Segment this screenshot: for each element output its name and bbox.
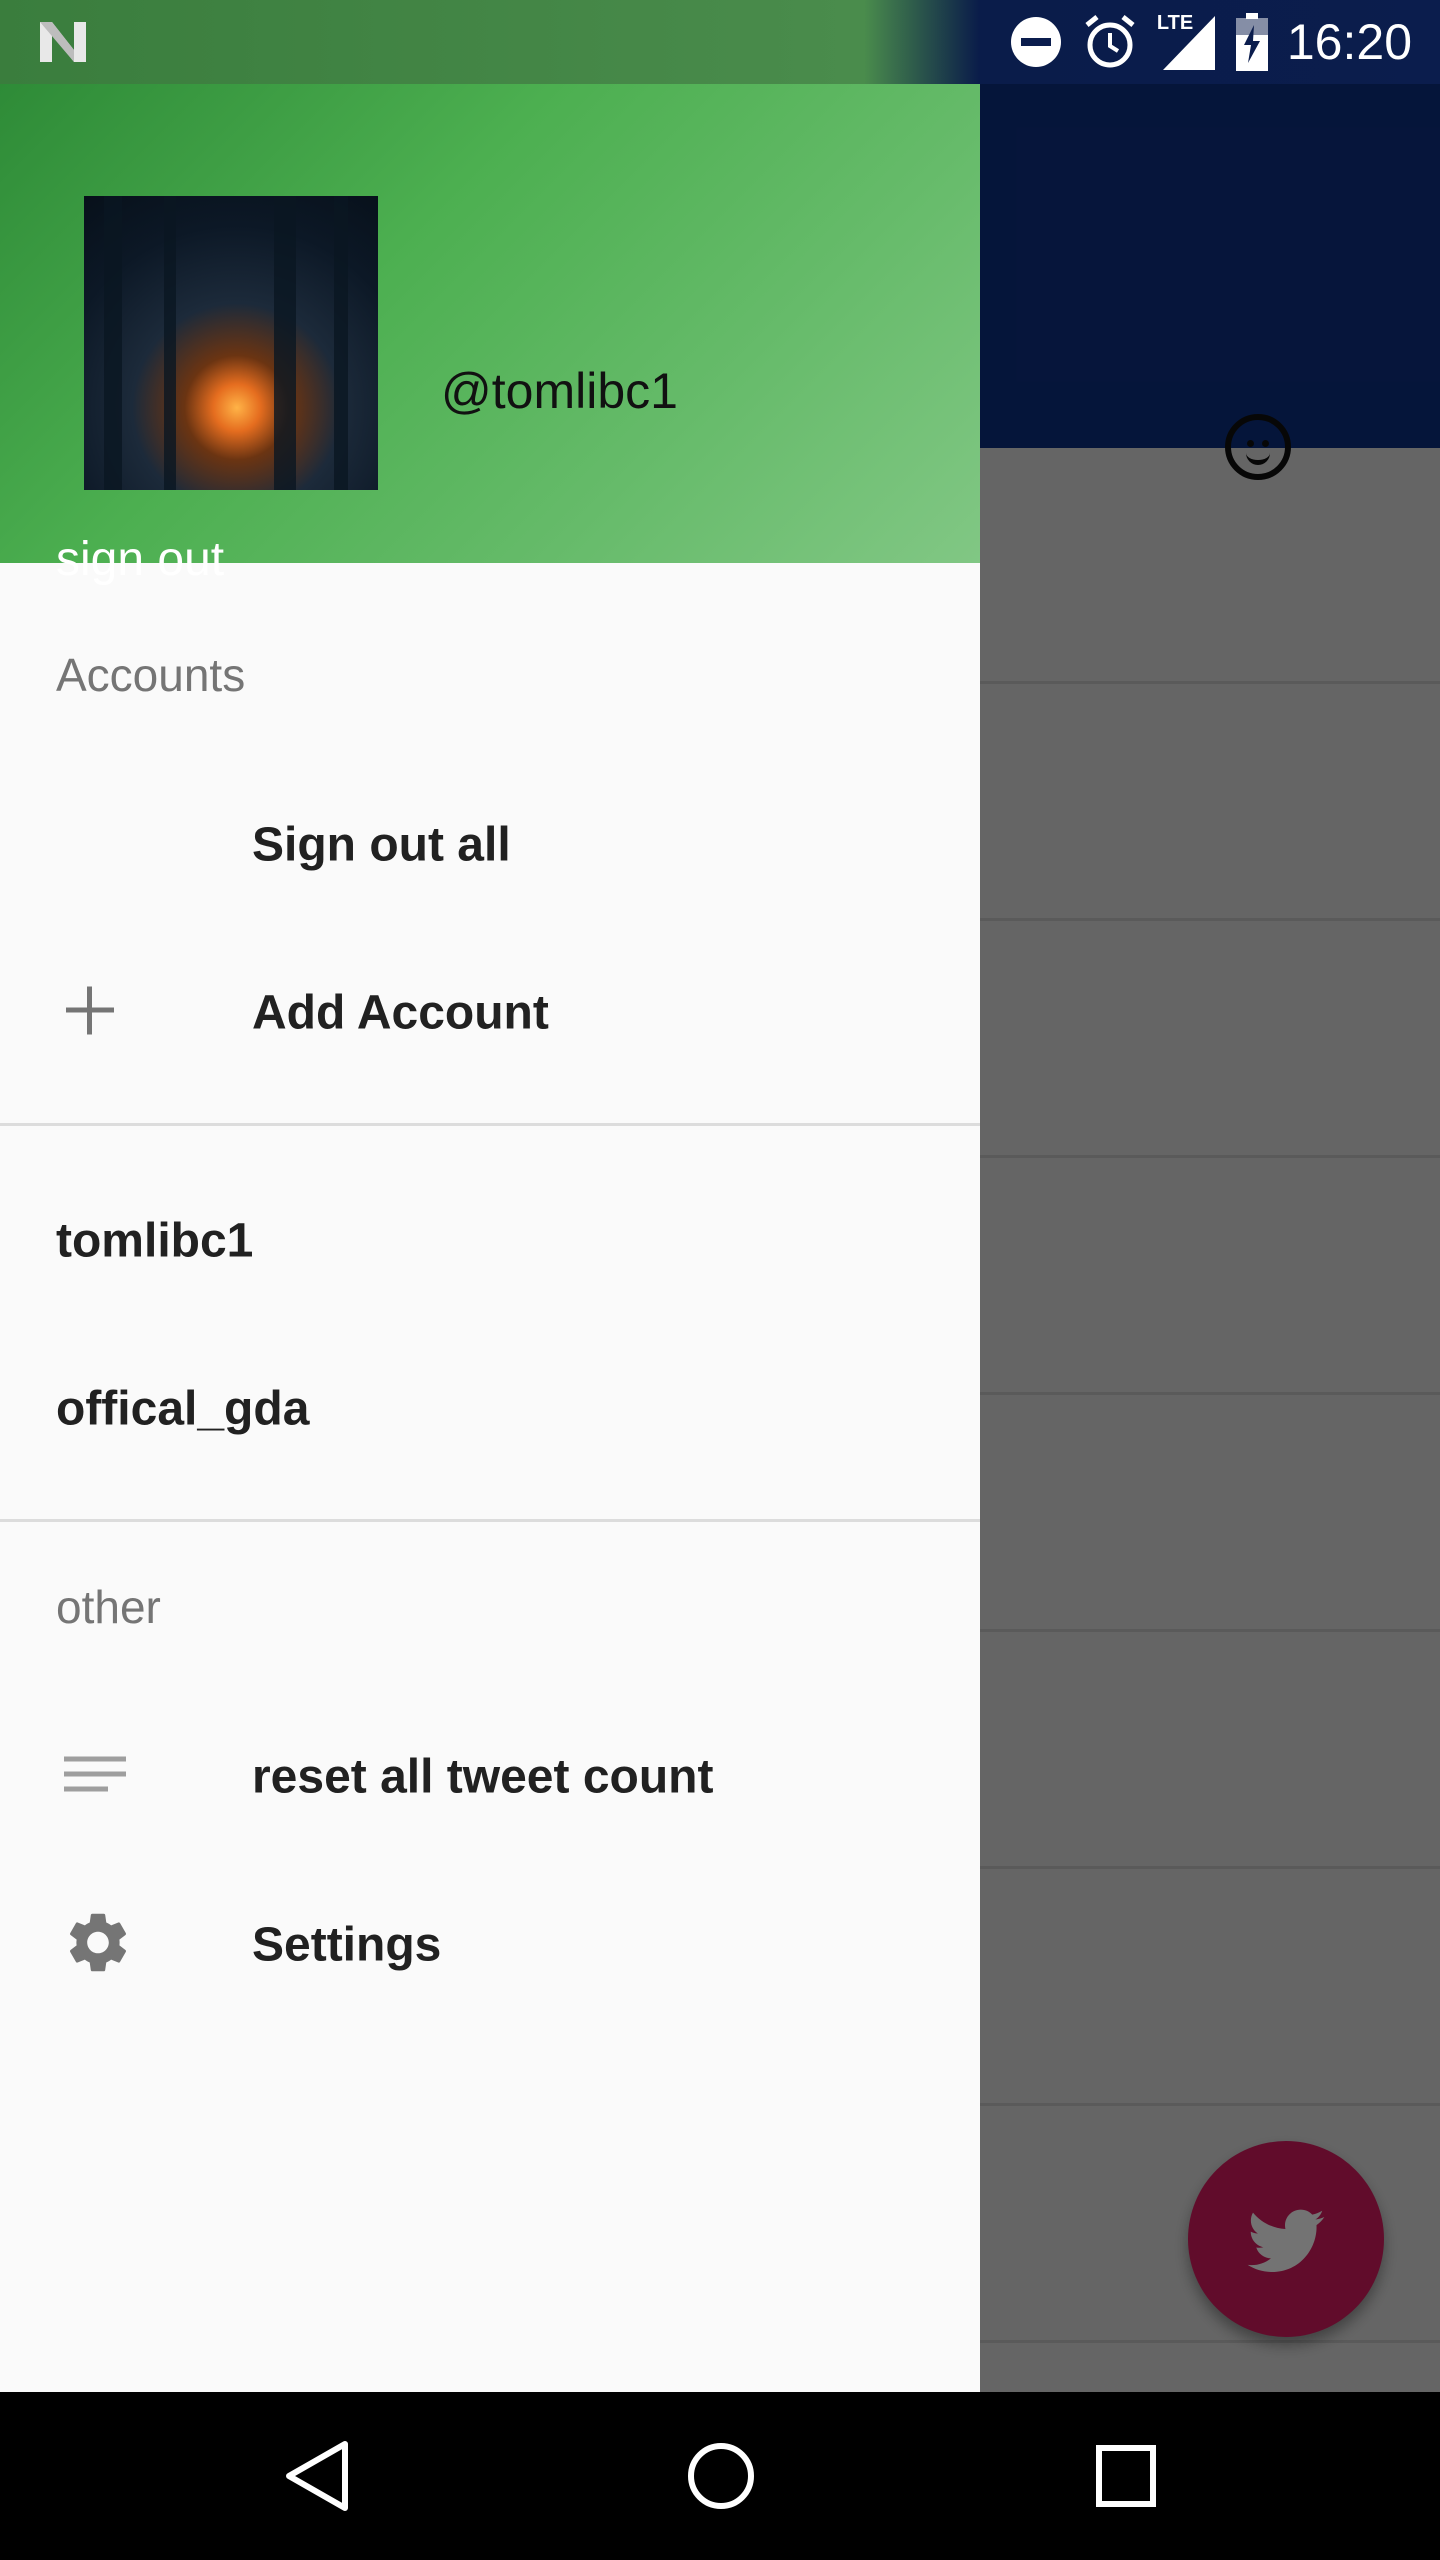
reset-tweet-count-button[interactable]: reset all tweet count — [0, 1693, 980, 1861]
sign-out-all-label: Sign out all — [252, 818, 511, 872]
n-logo-icon — [40, 22, 86, 62]
divider — [0, 1123, 980, 1126]
account-label: tomlibc1 — [56, 1214, 254, 1268]
do-not-disturb-icon — [1010, 17, 1061, 67]
network-type-label: LTE — [1156, 12, 1194, 34]
accounts-section-title: Accounts — [56, 649, 246, 701]
add-account-label: Add Account — [252, 986, 549, 1040]
plus-icon — [62, 983, 118, 1044]
username: @tomlibc1 — [441, 363, 678, 419]
sign-out-all-button[interactable]: Sign out all — [0, 761, 980, 929]
recents-icon[interactable] — [1095, 2438, 1157, 2514]
clock: 16:20 — [1286, 14, 1412, 70]
add-account-button[interactable]: Add Account — [0, 929, 980, 1097]
drawer-header: @tomlibc1 sign out — [0, 84, 980, 586]
reset-tweet-count-label: reset all tweet count — [252, 1750, 714, 1804]
home-icon[interactable] — [685, 2438, 757, 2514]
lines-icon — [62, 1755, 128, 1800]
settings-button[interactable]: Settings — [0, 1861, 980, 2029]
other-section-title: other — [56, 1581, 161, 1633]
alarm-icon — [1085, 15, 1135, 68]
avatar[interactable] — [84, 196, 378, 490]
sign-out-link[interactable]: sign out — [56, 532, 224, 587]
gear-icon — [62, 1907, 134, 1984]
account-item-offical-gda[interactable]: offical_gda — [0, 1325, 980, 1493]
navigation-bar — [0, 2392, 1440, 2560]
settings-label: Settings — [252, 1918, 442, 1972]
account-item-tomlibc1[interactable]: tomlibc1 — [0, 1157, 980, 1325]
signal-icon: LTE — [1157, 12, 1217, 72]
status-bar: LTE 16:20 — [0, 0, 1440, 84]
battery-charging-icon — [1235, 13, 1268, 71]
back-icon[interactable] — [283, 2438, 351, 2514]
account-label: offical_gda — [56, 1382, 310, 1436]
divider — [0, 1519, 980, 1522]
navigation-drawer: @tomlibc1 sign out Accounts Sign out all… — [0, 0, 980, 2392]
